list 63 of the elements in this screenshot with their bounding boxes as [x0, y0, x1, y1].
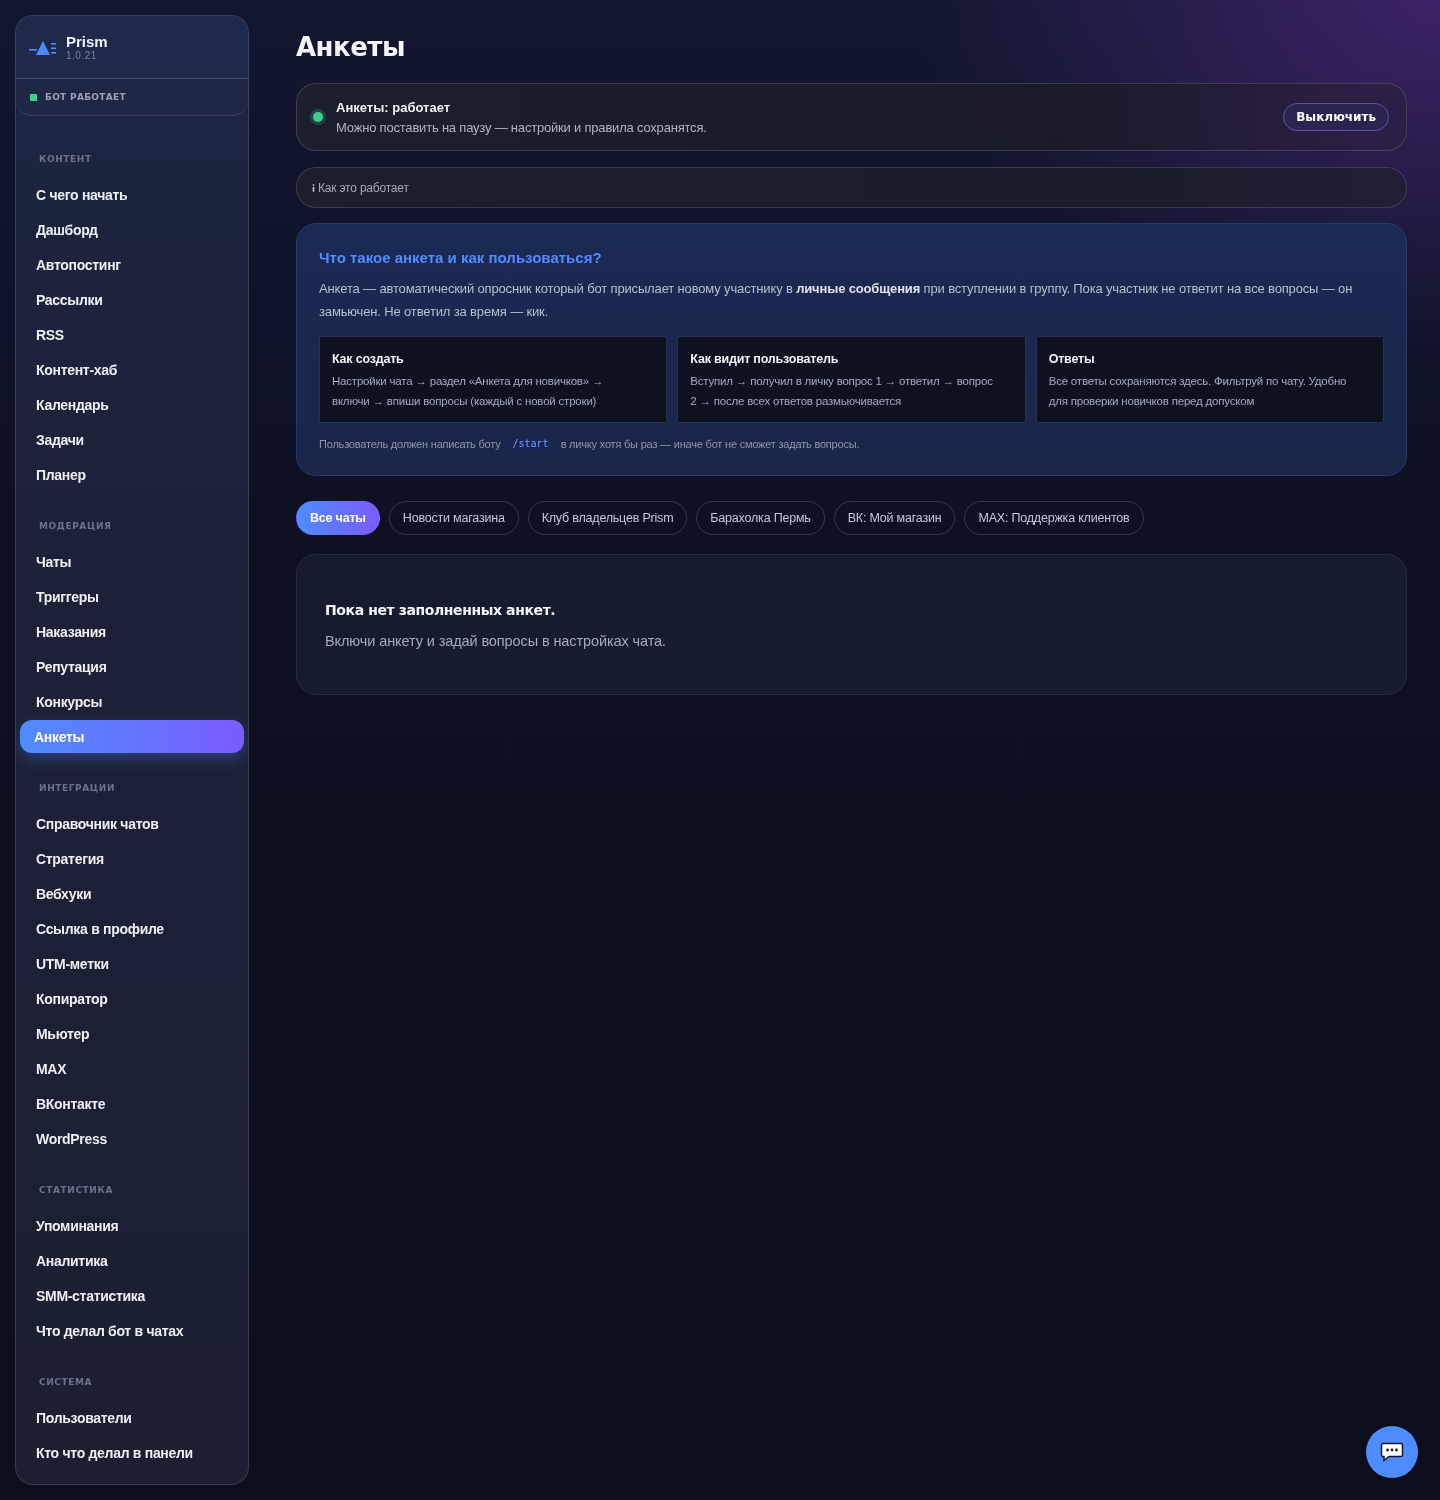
- footnote-text: в личку хотя бы раз — иначе бот не сможет задать вопросы.: [560, 437, 860, 450]
- chat-filter-tab[interactable]: Все чаты: [296, 501, 380, 535]
- disable-button[interactable]: Выключить: [1283, 103, 1389, 131]
- nav-item[interactable]: С чего начать: [20, 178, 244, 211]
- nav-item[interactable]: Календарь: [20, 388, 244, 421]
- info-card-title: Как видит пользователь: [690, 351, 840, 368]
- info-card-text: Вступил → получил в личку вопрос 1 → ответил → вопрос 2 → после всех ответов размьючивается: [690, 374, 994, 409]
- nav-item[interactable]: Контент-хаб: [20, 353, 244, 386]
- bot-status-label: БОТ РАБОТАЕТ: [45, 92, 126, 102]
- how-it-works-label: Как это работает: [318, 180, 409, 195]
- nav-item[interactable]: Автопостинг: [20, 248, 244, 281]
- nav-item[interactable]: Мьютер: [20, 1017, 244, 1050]
- help-title: Что такое анкета и как пользоваться?: [319, 248, 603, 268]
- info-card-text: Все ответы сохраняются здесь. Фильтруй по чату. Удобно для проверки новичков перед допуском: [1048, 374, 1348, 409]
- nav-section-title: СТАТИСТИКА: [38, 1184, 114, 1197]
- chat-bubble-icon: [1380, 1442, 1404, 1462]
- nav-item[interactable]: Наказания: [20, 615, 244, 648]
- nav-item[interactable]: Аналитика: [20, 1244, 244, 1277]
- nav-item[interactable]: MAX: [20, 1052, 244, 1085]
- how-it-works-toggle[interactable]: Как это работает: [296, 167, 1407, 208]
- empty-state-title: Пока нет заполненных анкет.: [325, 601, 557, 619]
- nav-item[interactable]: Пользователи: [20, 1401, 244, 1434]
- nav-item[interactable]: WordPress: [20, 1122, 244, 1155]
- nav-item[interactable]: Копиратор: [20, 982, 244, 1015]
- info-card-title: Как создать: [332, 351, 405, 368]
- nav-item[interactable]: Справочник чатов: [20, 807, 244, 840]
- nav-section-title: ИНТЕГРАЦИИ: [38, 782, 117, 795]
- footnote-text: Пользователь должен написать боту: [319, 437, 501, 450]
- nav-item[interactable]: Планер: [20, 458, 244, 491]
- nav-item[interactable]: Что делал бот в чатах: [20, 1314, 244, 1347]
- chat-filter-tab[interactable]: MAX: Поддержка клиентов: [964, 501, 1144, 535]
- command-code: /start: [506, 436, 555, 451]
- logo-icon: [29, 40, 57, 56]
- nav-item[interactable]: Чаты: [20, 545, 244, 578]
- version-text: 1.0.21: [66, 49, 98, 62]
- info-card-text: Настройки чата → раздел «Анкета для новичков» → включи → впиши вопросы (каждый с новой строки): [332, 374, 605, 409]
- nav-item[interactable]: Конкурсы: [20, 685, 244, 718]
- chat-button[interactable]: [1366, 1426, 1418, 1478]
- nav-item[interactable]: Задачи: [20, 423, 244, 456]
- brand-name: Prism: [66, 32, 108, 50]
- nav-section-title: МОДЕРАЦИЯ: [38, 520, 113, 533]
- nav-item[interactable]: RSS: [20, 318, 244, 351]
- nav-item[interactable]: Дашборд: [20, 213, 244, 246]
- nav-item[interactable]: Стратегия: [20, 842, 244, 875]
- nav-section-title: СИСТЕМА: [38, 1376, 94, 1389]
- status-subtitle: Можно поставить на паузу — настройки и правила сохранятся.: [336, 118, 708, 136]
- help-text: Анкета — автоматический опросник который бот присылает новому участнику в личные сообщения при вступлении в группу. Пока участник не ответит на все вопросы — он замьючен. Не ответил за время — кик.: [319, 280, 1354, 321]
- nav-item[interactable]: Рассылки: [20, 283, 244, 316]
- nav-item[interactable]: Ссылка в профиле: [20, 912, 244, 945]
- page-title: Анкеты: [296, 31, 406, 64]
- nav-item[interactable]: Триггеры: [20, 580, 244, 613]
- nav-section-title: КОНТЕНТ: [38, 153, 93, 166]
- nav-item[interactable]: ВКонтакте: [20, 1087, 244, 1120]
- nav-item[interactable]: Упоминания: [20, 1209, 244, 1242]
- nav-item[interactable]: Репутация: [20, 650, 244, 683]
- nav-item[interactable]: UTM-метки: [20, 947, 244, 980]
- nav-item[interactable]: SMM-статистика: [20, 1279, 244, 1312]
- info-card-title: Ответы: [1048, 351, 1096, 368]
- nav-item[interactable]: Кто что делал в панели: [20, 1436, 244, 1469]
- empty-state-text: Включи анкету и задай вопросы в настройках чата.: [325, 632, 667, 651]
- nav-item[interactable]: Вебхуки: [20, 877, 244, 910]
- info-icon: [312, 183, 315, 192]
- status-title: Анкеты: работает: [336, 98, 452, 116]
